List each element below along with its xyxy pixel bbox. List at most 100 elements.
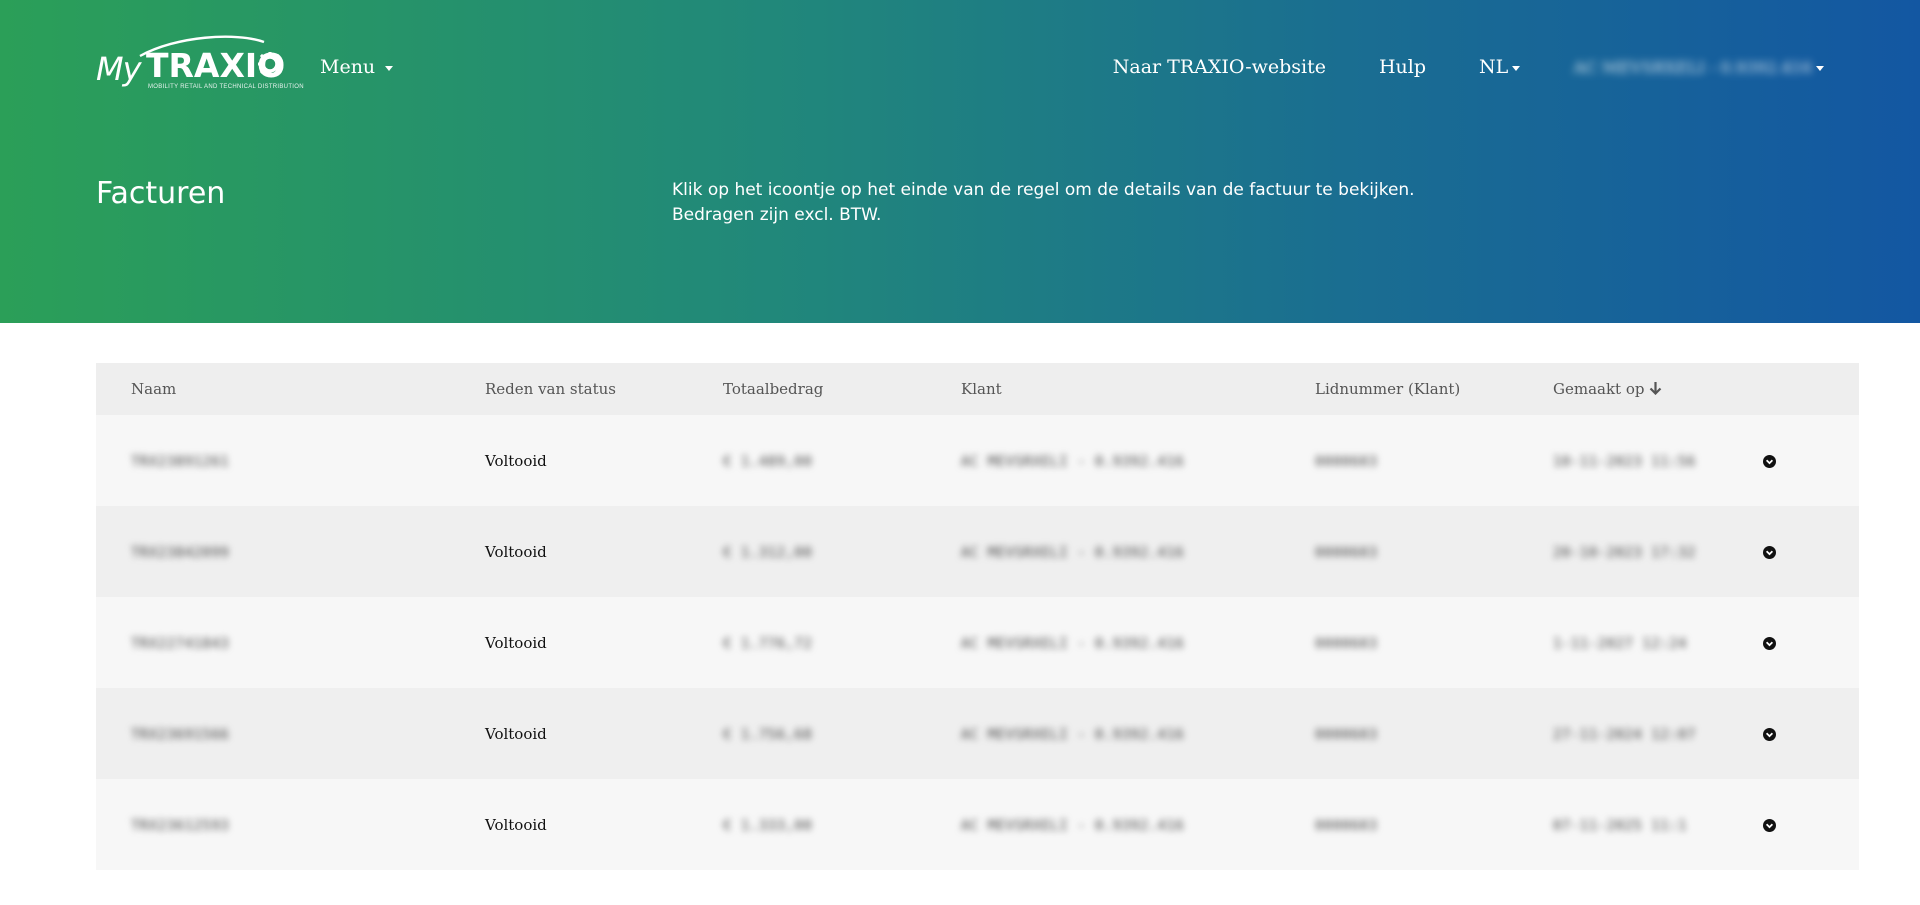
cell-status-value: Voltooid — [485, 451, 547, 470]
table-row[interactable]: TRX23691566 Voltooid € 1.756,68 AC MEVSRXEL… — [96, 688, 1859, 779]
cell-totaal-value: € 1.333,00 — [723, 817, 813, 834]
cell-status-value: Voltooid — [485, 633, 547, 652]
cell-naam: TRX22741843 — [96, 597, 485, 688]
chevron-circle-down-icon[interactable] — [1763, 728, 1776, 741]
cell-gemaakt-op-value: 1-11-2027 12:24 — [1553, 635, 1687, 652]
column-header-lidnummer[interactable]: Lidnummer (Klant) — [1315, 363, 1553, 415]
caret-down-icon — [1512, 65, 1521, 71]
cell-klant-value: AC MEVSRXELI - 0.9392.416 — [961, 453, 1185, 470]
logo-tagline: MOBILITY RETAIL AND TECHNICAL DISTRIBUTI… — [148, 84, 304, 90]
cell-naam: TRX23612593 — [96, 779, 485, 870]
table-row[interactable]: TRX23842099 Voltooid € 1.312,00 AC MEVSRXEL… — [96, 506, 1859, 597]
cell-gemaakt-op-value: 20-10-2023 17:32 — [1553, 544, 1696, 561]
table-row[interactable]: TRX23612593 Voltooid € 1.333,00 AC MEVSRXEL… — [96, 779, 1859, 870]
cell-naam-value: TRX23691566 — [131, 726, 230, 743]
cell-status: Voltooid — [485, 779, 723, 870]
page-title: Facturen — [96, 176, 226, 211]
traxio-logo[interactable]: My TRAXIO MOBILITY RETAIL AND TECHNICAL … — [96, 34, 304, 94]
chevron-circle-down-icon[interactable] — [1763, 455, 1776, 468]
gear-icon — [258, 52, 282, 76]
cell-totaal-value: € 1.776,72 — [723, 635, 813, 652]
cell-lidnummer: 0000603 — [1315, 688, 1553, 779]
chevron-circle-down-icon[interactable] — [1763, 819, 1776, 832]
cell-totaal-value: € 1.756,68 — [723, 726, 813, 743]
cell-lidnummer: 0000603 — [1315, 415, 1553, 506]
cell-klant-value: AC MEVSRXELI - 0.9392.416 — [961, 726, 1185, 743]
column-header-status[interactable]: Reden van status — [485, 363, 723, 415]
page-intro: Klik op het icoontje op het einde van de… — [672, 178, 1415, 228]
cell-gemaakt-op-value: 27-11-2024 12:07 — [1553, 726, 1696, 743]
cell-gemaakt-op-value: 07-11-2025 11:1 — [1553, 817, 1687, 834]
cell-totaal: € 1.312,00 — [723, 506, 961, 597]
column-header-label: Gemaakt op — [1553, 380, 1645, 398]
page-header: My TRAXIO MOBILITY RETAIL AND TECHNICAL … — [0, 0, 1920, 323]
cell-klant-value: AC MEVSRXELI - 0.9392.416 — [961, 544, 1185, 561]
cell-actions — [1711, 688, 1859, 779]
menu-dropdown[interactable]: Menu — [320, 56, 394, 78]
cell-status-value: Voltooid — [485, 724, 547, 743]
account-dropdown[interactable]: AC MEVSRXELI - 0.9392.416 — [1573, 58, 1824, 77]
cell-totaal: € 1.333,00 — [723, 779, 961, 870]
caret-down-icon — [385, 65, 394, 71]
cell-status: Voltooid — [485, 506, 723, 597]
cell-naam: TRX23691566 — [96, 688, 485, 779]
intro-line: Klik op het icoontje op het einde van de… — [672, 180, 1415, 200]
invoices-table: Naam Reden van status Totaalbedrag Klant… — [96, 363, 1859, 870]
cell-totaal-value: € 1.312,00 — [723, 544, 813, 561]
cell-actions — [1711, 415, 1859, 506]
cell-status: Voltooid — [485, 688, 723, 779]
cell-totaal: € 1.776,72 — [723, 597, 961, 688]
column-header-totaal[interactable]: Totaalbedrag — [723, 363, 961, 415]
column-header-klant[interactable]: Klant — [961, 363, 1315, 415]
help-link[interactable]: Hulp — [1379, 56, 1426, 78]
cell-status-value: Voltooid — [485, 815, 547, 834]
cell-lidnummer-value: 0000603 — [1315, 453, 1378, 470]
cell-naam: TRX23891261 — [96, 415, 485, 506]
cell-totaal: € 1.756,68 — [723, 688, 961, 779]
cell-lidnummer: 0000603 — [1315, 506, 1553, 597]
cell-naam-value: TRX23612593 — [131, 817, 230, 834]
cell-klant: AC MEVSRXELI - 0.9392.416 — [961, 597, 1315, 688]
cell-gemaakt-op-value: 10-11-2023 11:56 — [1553, 453, 1696, 470]
cell-naam-value: TRX23891261 — [131, 453, 230, 470]
cell-gemaakt-op: 20-10-2023 17:32 — [1553, 506, 1711, 597]
column-header-gemaakt-op[interactable]: Gemaakt op — [1553, 363, 1711, 415]
cell-gemaakt-op: 1-11-2027 12:24 — [1553, 597, 1711, 688]
cell-lidnummer-value: 0000603 — [1315, 635, 1378, 652]
intro-line: Bedragen zijn excl. BTW. — [672, 205, 882, 225]
table-header-row: Naam Reden van status Totaalbedrag Klant… — [96, 363, 1859, 415]
cell-klant-value: AC MEVSRXELI - 0.9392.416 — [961, 635, 1185, 652]
cell-actions — [1711, 506, 1859, 597]
cell-actions — [1711, 779, 1859, 870]
cell-naam: TRX23842099 — [96, 506, 485, 597]
account-label: AC MEVSRXELI - 0.9392.416 — [1573, 57, 1812, 77]
chevron-circle-down-icon[interactable] — [1763, 637, 1776, 650]
chevron-circle-down-icon[interactable] — [1763, 546, 1776, 559]
cell-gemaakt-op: 07-11-2025 11:1 — [1553, 779, 1711, 870]
column-header-naam[interactable]: Naam — [96, 363, 485, 415]
cell-status: Voltooid — [485, 415, 723, 506]
table-row[interactable]: TRX22741843 Voltooid € 1.776,72 AC MEVSRXEL… — [96, 597, 1859, 688]
cell-klant: AC MEVSRXELI - 0.9392.416 — [961, 415, 1315, 506]
table-row[interactable]: TRX23891261 Voltooid € 1.489,00 AC MEVSRXEL… — [96, 415, 1859, 506]
website-link[interactable]: Naar TRAXIO-website — [1113, 56, 1326, 78]
column-header-actions — [1711, 363, 1859, 415]
invoices-table-section: Naam Reden van status Totaalbedrag Klant… — [96, 363, 1859, 870]
cell-status-value: Voltooid — [485, 542, 547, 561]
cell-klant-value: AC MEVSRXELI - 0.9392.416 — [961, 817, 1185, 834]
cell-klant: AC MEVSRXELI - 0.9392.416 — [961, 779, 1315, 870]
cell-totaal-value: € 1.489,00 — [723, 453, 813, 470]
logo-prefix: My — [96, 50, 142, 88]
top-nav: Naar TRAXIO-website Hulp NL AC MEVSRXELI… — [1060, 56, 1824, 78]
cell-naam-value: TRX23842099 — [131, 544, 230, 561]
cell-gemaakt-op: 10-11-2023 11:56 — [1553, 415, 1711, 506]
cell-klant: AC MEVSRXELI - 0.9392.416 — [961, 506, 1315, 597]
cell-lidnummer: 0000603 — [1315, 597, 1553, 688]
language-dropdown[interactable]: NL — [1479, 56, 1521, 78]
cell-totaal: € 1.489,00 — [723, 415, 961, 506]
cell-status: Voltooid — [485, 597, 723, 688]
cell-actions — [1711, 597, 1859, 688]
cell-lidnummer-value: 0000603 — [1315, 544, 1378, 561]
cell-lidnummer-value: 0000603 — [1315, 726, 1378, 743]
arrow-down-icon — [1649, 382, 1661, 395]
